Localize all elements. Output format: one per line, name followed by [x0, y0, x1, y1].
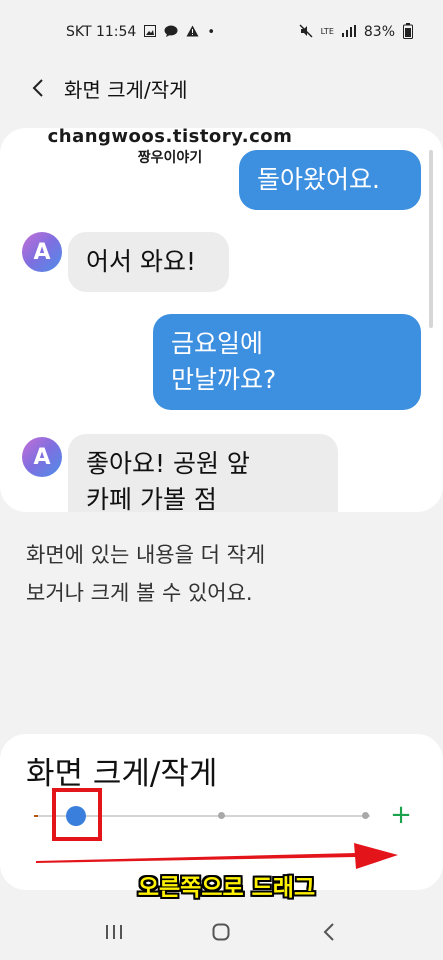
- gallery-icon: [144, 24, 157, 40]
- status-bar: SKT 11:54 • LTE 83%: [0, 0, 443, 64]
- message-text-line: 만날까요?: [171, 365, 277, 394]
- chevron-left-icon: [323, 923, 334, 941]
- mute-icon: [299, 23, 313, 41]
- signal-icon: [341, 24, 356, 40]
- avatar: A: [22, 437, 62, 477]
- avatar: A: [22, 232, 62, 272]
- watermark: changwoos.tistory.com 짱우이야기: [0, 126, 340, 167]
- app-header: 화면 크게/작게: [0, 64, 443, 112]
- message-text: 어서 와요!: [86, 247, 196, 276]
- watermark-url: changwoos.tistory.com: [47, 126, 293, 147]
- avatar-letter: A: [33, 239, 51, 265]
- recent-apps-icon: [105, 925, 122, 939]
- description: 화면에 있는 내용을 더 작게 보거나 크게 볼 수 있어요.: [26, 536, 426, 612]
- message-text-line: 카페 가볼 점: [86, 485, 217, 512]
- chevron-left-icon: [32, 79, 43, 97]
- recent-apps-button[interactable]: [94, 912, 134, 952]
- talk-icon: [164, 25, 178, 40]
- message-bubble-received: 좋아요! 공원 앞 카페 가볼 점: [68, 434, 338, 512]
- page-title: 화면 크게/작게: [64, 77, 188, 102]
- home-icon: [212, 923, 230, 941]
- message-bubble-received: 어서 와요!: [68, 232, 229, 292]
- message-text-line: 금요일에: [171, 329, 264, 358]
- back-nav-button[interactable]: [309, 912, 349, 952]
- message-text-line: 좋아요! 공원 앞: [86, 449, 250, 478]
- home-button[interactable]: [201, 912, 241, 952]
- navigation-bar: [0, 904, 443, 960]
- avatar-letter: A: [33, 444, 51, 470]
- slider-tick: [362, 812, 369, 819]
- watermark-name: 짱우이야기: [137, 150, 203, 166]
- annotation-highlight-box: [52, 788, 102, 841]
- slider-tick: [218, 812, 225, 819]
- preview-card: 돌아왔어요. A 어서 와요! 금요일에 만날까요? A 좋아요! 공원 앞 카…: [0, 128, 443, 512]
- zoom-card: 화면 크게/작게 +: [0, 734, 443, 890]
- lte-indicator: LTE: [320, 27, 334, 36]
- status-left: SKT 11:54 •: [66, 24, 215, 40]
- plus-button[interactable]: +: [388, 802, 414, 828]
- back-button[interactable]: [24, 74, 52, 102]
- dot-icon: •: [207, 24, 215, 40]
- message-bubble-sent: 금요일에 만날까요?: [153, 314, 421, 410]
- zoom-card-title: 화면 크게/작게: [26, 756, 218, 792]
- message-text: 돌아왔어요.: [257, 165, 380, 194]
- annotation-caption: 오른쪽으로 드래그: [137, 875, 316, 901]
- carrier-time: SKT 11:54: [66, 24, 137, 40]
- scroll-indicator: [429, 150, 433, 328]
- battery-icon: [403, 22, 413, 42]
- warning-icon: [186, 25, 199, 40]
- status-right: LTE 83%: [299, 22, 413, 42]
- description-line: 화면에 있는 내용을 더 작게: [26, 543, 266, 567]
- description-line: 보거나 크게 볼 수 있어요.: [26, 581, 253, 605]
- battery-percent: 83%: [363, 24, 395, 40]
